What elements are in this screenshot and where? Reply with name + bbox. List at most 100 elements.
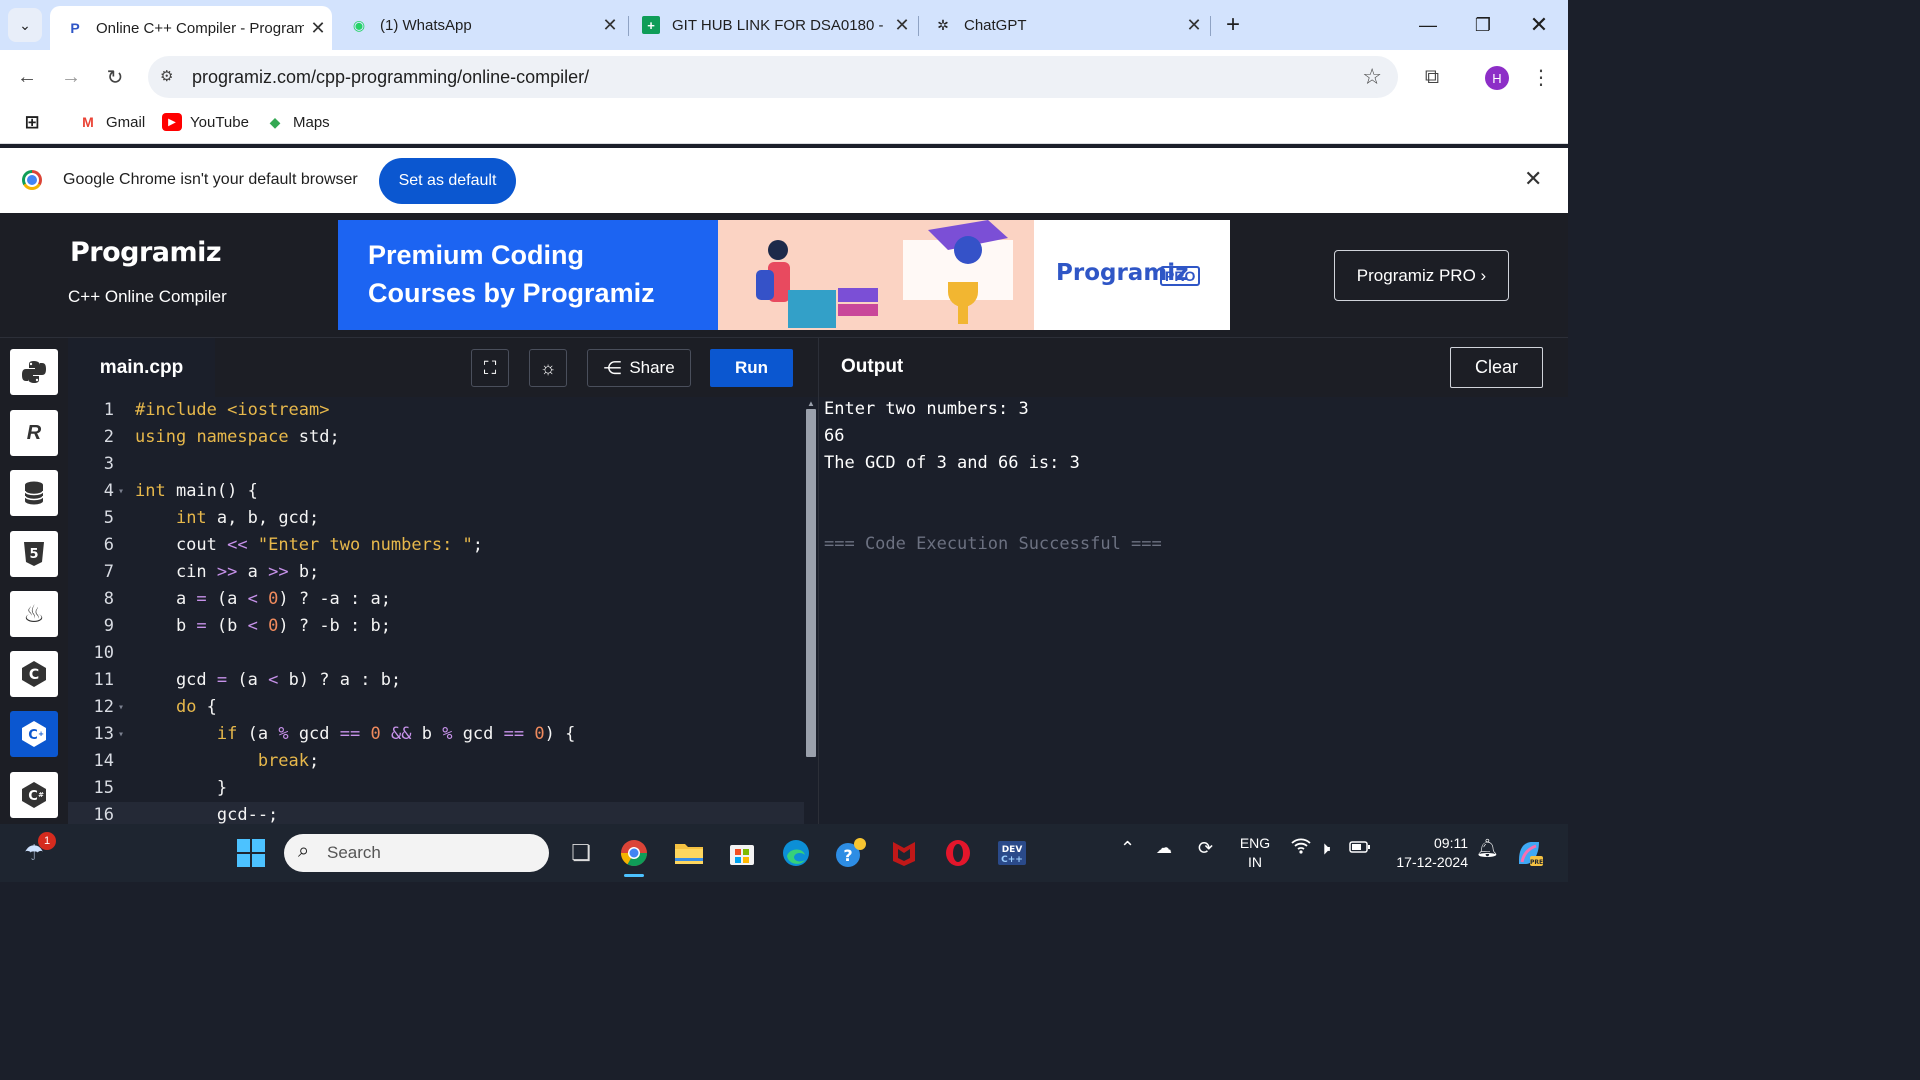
close-tab-icon[interactable]: ✕ bbox=[596, 15, 624, 36]
code-text[interactable]: break; bbox=[135, 748, 319, 775]
edge-icon[interactable] bbox=[777, 834, 815, 872]
code-text[interactable]: do { bbox=[135, 694, 217, 721]
bookmark-star-icon[interactable]: ☆ bbox=[1362, 64, 1382, 90]
share-button[interactable]: ⋲ Share bbox=[587, 349, 691, 387]
code-line[interactable]: 11 gcd = (a < b) ? a : b; bbox=[68, 667, 804, 694]
output-console[interactable]: Enter two numbers: 3 66 The GCD of 3 and 6… bbox=[818, 397, 1568, 824]
file-tab-main-cpp[interactable]: main.cpp bbox=[68, 338, 215, 398]
apps-grid-icon[interactable]: ⊞ bbox=[22, 112, 50, 132]
code-text[interactable]: #include <iostream> bbox=[135, 397, 329, 424]
fold-toggle-icon[interactable]: ▾ bbox=[118, 478, 124, 505]
tab-chatgpt[interactable]: ✲ ChatGPT ✕ bbox=[918, 6, 1208, 44]
code-line[interactable]: 10 bbox=[68, 640, 804, 667]
set-as-default-button[interactable]: Set as default bbox=[379, 158, 516, 204]
editor-scrollbar[interactable]: ▲ bbox=[804, 397, 818, 824]
python-icon[interactable] bbox=[10, 349, 58, 395]
cpp-icon[interactable]: C + bbox=[10, 711, 58, 757]
start-button[interactable] bbox=[232, 834, 270, 872]
code-text[interactable]: gcd--; bbox=[135, 802, 278, 824]
opera-icon[interactable] bbox=[939, 834, 977, 872]
bookmark-youtube[interactable]: ▶ YouTube bbox=[162, 113, 249, 131]
restore-button[interactable]: ❐ bbox=[1468, 10, 1498, 40]
code-line[interactable]: 4 ▾ int main() { bbox=[68, 478, 804, 505]
new-tab-button[interactable]: + bbox=[1218, 8, 1248, 42]
code-text[interactable]: cin >> a >> b; bbox=[135, 559, 319, 586]
close-tab-icon[interactable]: ✕ bbox=[888, 15, 916, 36]
input-language-indicator[interactable]: ENG IN bbox=[1238, 834, 1272, 872]
forward-button[interactable]: → bbox=[56, 62, 86, 92]
battery-icon[interactable] bbox=[1349, 838, 1371, 859]
chrome-taskbar-icon[interactable] bbox=[615, 834, 653, 872]
scrollbar-thumb[interactable] bbox=[806, 409, 816, 757]
code-text[interactable]: a = (a < 0) ? -a : a; bbox=[135, 586, 391, 613]
code-line[interactable]: 3 bbox=[68, 451, 804, 478]
code-text[interactable]: using namespace std; bbox=[135, 424, 340, 451]
code-line[interactable]: 14 break; bbox=[68, 748, 804, 775]
c-icon[interactable]: C bbox=[10, 651, 58, 697]
site-info-icon[interactable]: ⚙ bbox=[160, 67, 180, 87]
programiz-logo[interactable]: Programiz bbox=[70, 237, 222, 268]
chrome-menu-icon[interactable]: ⋮ bbox=[1526, 62, 1556, 92]
profile-avatar[interactable]: H bbox=[1485, 66, 1509, 90]
onedrive-icon[interactable]: ☁ bbox=[1156, 838, 1172, 858]
close-tab-icon[interactable]: ✕ bbox=[304, 18, 332, 39]
code-line[interactable]: 16 gcd--; bbox=[68, 802, 804, 824]
code-editor[interactable]: 1 #include <iostream> 2 using namespace std… bbox=[68, 397, 804, 824]
microsoft-store-icon[interactable] bbox=[723, 834, 761, 872]
wifi-icon[interactable] bbox=[1291, 838, 1311, 859]
theme-toggle-icon[interactable]: ☼ bbox=[529, 349, 567, 387]
code-line[interactable]: 2 using namespace std; bbox=[68, 424, 804, 451]
task-view-icon[interactable]: ❏ bbox=[562, 834, 600, 872]
close-tab-icon[interactable]: ✕ bbox=[1180, 15, 1208, 36]
csharp-icon[interactable]: C # bbox=[10, 772, 58, 818]
address-bar[interactable]: ⚙ programiz.com/cpp-programming/online-c… bbox=[148, 56, 1398, 98]
code-text[interactable]: cout << "Enter two numbers: "; bbox=[135, 532, 483, 559]
tab-programiz[interactable]: P Online C++ Compiler - Program ✕ bbox=[50, 6, 332, 50]
programiz-pro-button[interactable]: Programiz PRO › bbox=[1334, 250, 1509, 301]
url-text[interactable]: programiz.com/cpp-programming/online-com… bbox=[192, 67, 589, 88]
code-text[interactable]: gcd = (a < b) ? a : b; bbox=[135, 667, 401, 694]
code-line[interactable]: 9 b = (b < 0) ? -b : b; bbox=[68, 613, 804, 640]
sql-icon[interactable] bbox=[10, 470, 58, 516]
show-hidden-icons-chevron-icon[interactable]: ⌃ bbox=[1120, 838, 1135, 859]
system-clock[interactable]: 09:11 17-12-2024 bbox=[1388, 834, 1468, 872]
run-button[interactable]: Run bbox=[710, 349, 793, 387]
copilot-icon[interactable]: PRE bbox=[1510, 834, 1548, 872]
extensions-icon[interactable]: ⧉ bbox=[1417, 62, 1447, 92]
mcafee-icon[interactable] bbox=[885, 834, 923, 872]
promo-banner[interactable]: Premium Coding Courses by Programiz Prog… bbox=[338, 220, 1230, 330]
code-text[interactable]: int a, b, gcd; bbox=[135, 505, 319, 532]
close-infobar-icon[interactable]: ✕ bbox=[1524, 166, 1542, 192]
taskbar-search[interactable]: ⌕ Search bbox=[284, 834, 549, 872]
tab-whatsapp[interactable]: ◉ (1) WhatsApp ✕ bbox=[334, 6, 624, 44]
fold-toggle-icon[interactable]: ▾ bbox=[118, 721, 124, 748]
file-explorer-icon[interactable] bbox=[670, 834, 708, 872]
code-text[interactable]: if (a % gcd == 0 && b % gcd == 0) { bbox=[135, 721, 575, 748]
code-line[interactable]: 12 ▾ do { bbox=[68, 694, 804, 721]
fullscreen-icon[interactable]: ⛶ bbox=[471, 349, 509, 387]
code-line[interactable]: 6 cout << "Enter two numbers: "; bbox=[68, 532, 804, 559]
devcpp-icon[interactable]: DEV C++ bbox=[993, 834, 1031, 872]
bookmark-gmail[interactable]: M Gmail bbox=[78, 113, 145, 131]
code-text[interactable]: b = (b < 0) ? -b : b; bbox=[135, 613, 391, 640]
scroll-up-arrow-icon[interactable]: ▲ bbox=[807, 399, 815, 408]
clear-button[interactable]: Clear bbox=[1450, 347, 1543, 388]
tab-search-dropdown[interactable]: ⌄ bbox=[8, 8, 42, 42]
minimize-button[interactable]: — bbox=[1413, 10, 1443, 40]
java-icon[interactable]: ♨ bbox=[10, 591, 58, 637]
help-icon[interactable]: ? bbox=[831, 834, 869, 872]
html5-icon[interactable]: 5 bbox=[10, 531, 58, 577]
code-text[interactable]: int main() { bbox=[135, 478, 258, 505]
back-button[interactable]: ← bbox=[12, 62, 42, 92]
code-line[interactable]: 7 cin >> a >> b; bbox=[68, 559, 804, 586]
code-line[interactable]: 5 int a, b, gcd; bbox=[68, 505, 804, 532]
notification-bell-icon[interactable]: 🔔︎ bbox=[1476, 838, 1499, 859]
reload-button[interactable]: ↻ bbox=[100, 62, 130, 92]
r-icon[interactable]: R bbox=[10, 410, 58, 456]
close-window-button[interactable]: ✕ bbox=[1524, 10, 1554, 40]
code-line[interactable]: 13 ▾ if (a % gcd == 0 && b % gcd == 0) { bbox=[68, 721, 804, 748]
code-line[interactable]: 15 } bbox=[68, 775, 804, 802]
fold-toggle-icon[interactable]: ▾ bbox=[118, 694, 124, 721]
code-text[interactable]: } bbox=[135, 775, 227, 802]
code-line[interactable]: 8 a = (a < 0) ? -a : a; bbox=[68, 586, 804, 613]
